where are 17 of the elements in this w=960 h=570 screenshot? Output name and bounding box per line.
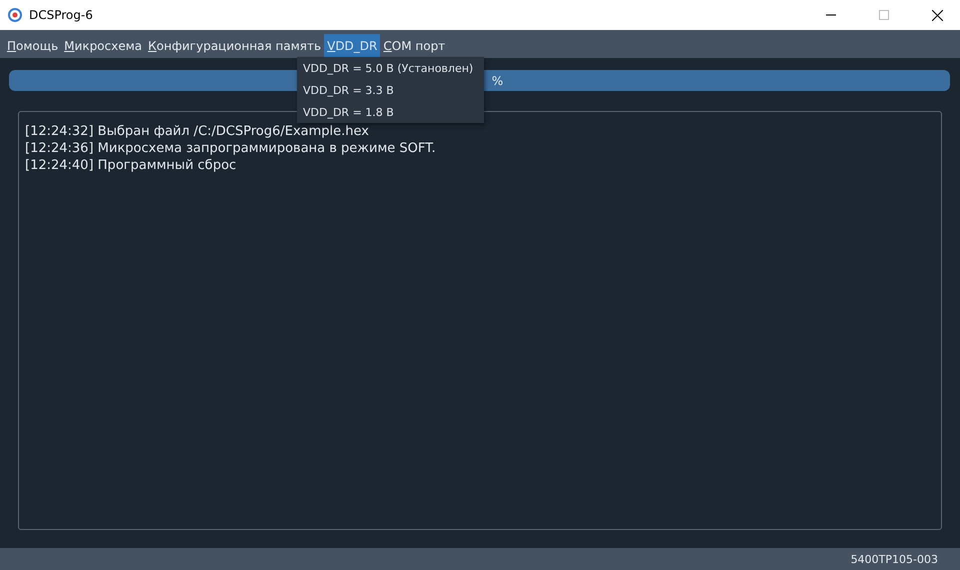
window-title: DCSProg-6 bbox=[29, 8, 94, 22]
maximize-icon bbox=[879, 10, 889, 20]
log-line: [12:24:32] Выбран файл /C:/DCSProg6/Example.hex bbox=[25, 123, 370, 140]
menu-item[interactable]: Конфигурационная память bbox=[145, 34, 324, 58]
close-icon bbox=[932, 10, 942, 20]
menu-item[interactable]: Микросхема bbox=[61, 34, 146, 58]
menu-item[interactable]: Помощь bbox=[4, 34, 62, 58]
log-line: [12:24:40] Программный сброс bbox=[25, 157, 238, 174]
dropdown-item[interactable]: VDD_DR = 5.0 В (Установлен) bbox=[297, 57, 484, 79]
dropdown-item[interactable]: VDD_DR = 3.3 В bbox=[297, 79, 484, 101]
progress-text: % bbox=[492, 74, 504, 88]
app-icon bbox=[8, 8, 22, 22]
dropdown-item[interactable]: VDD_DR = 1.8 В bbox=[297, 101, 484, 123]
status-text: 5400ТР105-003 bbox=[850, 552, 938, 566]
menu-item[interactable]: VDD_DR bbox=[324, 34, 380, 58]
log-line: [12:24:36] Микросхема запрограммирована в режиме SOFT. bbox=[25, 140, 437, 157]
menu-item[interactable]: COM порт bbox=[380, 34, 448, 58]
